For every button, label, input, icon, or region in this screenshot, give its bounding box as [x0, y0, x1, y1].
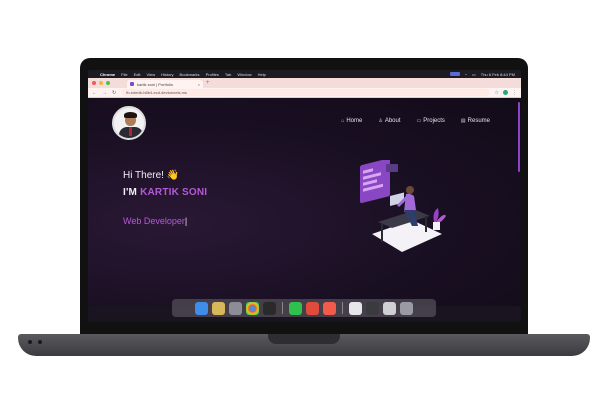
dock-divider: [342, 302, 343, 314]
battery-icon[interactable]: ▭: [472, 72, 476, 77]
user-icon: ♙: [378, 118, 383, 124]
laptop-notch: [268, 334, 340, 344]
mac-menubar: Chrome File Edit View History Bookmarks …: [88, 70, 521, 78]
nav-about[interactable]: ♙ About: [378, 118, 400, 124]
browser-tabbar: kartik soni | Portfolio × +: [88, 78, 521, 88]
nav-about-label: About: [384, 118, 401, 124]
new-tab-button[interactable]: +: [206, 80, 210, 86]
launchpad-icon[interactable]: [212, 301, 225, 315]
favicon-icon: [130, 82, 134, 86]
terminal-icon[interactable]: [263, 301, 276, 315]
whatsapp-icon[interactable]: [289, 301, 302, 315]
app-icon[interactable]: [323, 301, 336, 315]
close-window-icon[interactable]: [92, 81, 96, 85]
wifi-icon[interactable]: ◔: [465, 72, 467, 77]
nav-projects-label: Projects: [423, 118, 445, 124]
address-bar[interactable]: fb-ededb-b8b4-ecd.devtunnels.ms: [121, 89, 490, 96]
scrollbar[interactable]: [518, 102, 520, 172]
minimize-window-icon[interactable]: [99, 81, 103, 85]
profile-avatar[interactable]: [503, 90, 508, 95]
laptop-mockup: Chrome File Edit View History Bookmarks …: [0, 0, 608, 410]
menubar-clock[interactable]: Thu 6 Feb 8:44 PM: [481, 72, 515, 77]
home-icon: ⌂: [341, 118, 345, 124]
menubar-status: ◔ ▭ Thu 6 Feb 8:44 PM: [449, 72, 515, 77]
window-icon[interactable]: [383, 301, 396, 315]
profile-avatar-logo[interactable]: [112, 106, 146, 140]
bookmark-star-icon[interactable]: ☆: [495, 90, 499, 96]
developer-illustration: [360, 160, 446, 252]
reload-icon[interactable]: ↻: [112, 90, 116, 96]
menu-history[interactable]: History: [161, 72, 173, 77]
wave-icon: 👋: [166, 170, 180, 181]
intro-prefix: I'M: [123, 187, 138, 198]
menu-view[interactable]: View: [146, 72, 155, 77]
greeting-text: Hi There!: [123, 170, 164, 181]
tab-title: kartik soni | Portfolio: [137, 81, 173, 87]
nav-home[interactable]: ⌂ Home: [341, 118, 362, 124]
avatar-tie: [129, 127, 132, 136]
menu-help[interactable]: Help: [258, 72, 266, 77]
avatar-hair: [124, 112, 137, 118]
hero-intro: I'M KARTIK SONI: [123, 187, 207, 198]
recorder-icon[interactable]: [306, 301, 319, 315]
menu-window[interactable]: Window: [237, 72, 251, 77]
chrome-icon[interactable]: [246, 301, 259, 315]
nav-projects[interactable]: ▭ Projects: [417, 118, 445, 124]
browser-toolbar: ← → ↻ fb-ededb-b8b4-ecd.devtunnels.ms ☆ …: [88, 88, 521, 98]
mac-dock: [172, 299, 436, 317]
maximize-window-icon[interactable]: [106, 81, 110, 85]
dock-divider: [282, 302, 283, 314]
back-icon[interactable]: ←: [92, 90, 97, 96]
hero-greeting: Hi There! 👋: [123, 170, 179, 181]
forward-icon[interactable]: →: [102, 90, 107, 96]
menu-file[interactable]: File: [121, 72, 127, 77]
window-icon[interactable]: [366, 301, 379, 315]
finder-icon[interactable]: [195, 301, 208, 315]
menu-bookmarks[interactable]: Bookmarks: [180, 72, 200, 77]
menu-tab[interactable]: Tab: [225, 72, 231, 77]
main-nav: ⌂ Home ♙ About ▭ Projects ▤ Resume: [341, 118, 490, 124]
nav-resume[interactable]: ▤ Resume: [461, 118, 490, 124]
settings-icon[interactable]: [229, 301, 242, 315]
menu-dots-icon[interactable]: ⋮: [512, 90, 517, 96]
status-indicator-icon[interactable]: [449, 72, 460, 76]
port-icon: [28, 340, 32, 344]
tab-close-icon[interactable]: ×: [198, 82, 200, 87]
port-icon: [38, 340, 42, 344]
browser-tab[interactable]: kartik soni | Portfolio ×: [127, 80, 203, 88]
toolbar-actions: ☆ ⋮: [495, 90, 517, 96]
portfolio-page: ⌂ Home ♙ About ▭ Projects ▤ Resume Hi Th…: [88, 98, 521, 306]
document-icon: ▤: [460, 118, 466, 124]
menu-profiles[interactable]: Profiles: [206, 72, 219, 77]
url-text: fb-ededb-b8b4-ecd.devtunnels.ms: [126, 90, 187, 95]
preview-icon[interactable]: [349, 301, 362, 315]
hero-name: KARTIK SONI: [140, 187, 208, 198]
hero-role: Web Developer|: [123, 216, 187, 226]
laptop-screen: Chrome File Edit View History Bookmarks …: [88, 70, 521, 322]
nav-home-label: Home: [346, 118, 363, 124]
menu-edit[interactable]: Edit: [134, 72, 141, 77]
nav-resume-label: Resume: [467, 118, 490, 124]
typing-cursor: |: [184, 216, 188, 226]
trash-icon[interactable]: [400, 301, 413, 315]
folder-icon: ▭: [416, 118, 422, 124]
menubar-app[interactable]: Chrome: [100, 72, 115, 77]
role-text: Web Developer: [123, 216, 185, 226]
